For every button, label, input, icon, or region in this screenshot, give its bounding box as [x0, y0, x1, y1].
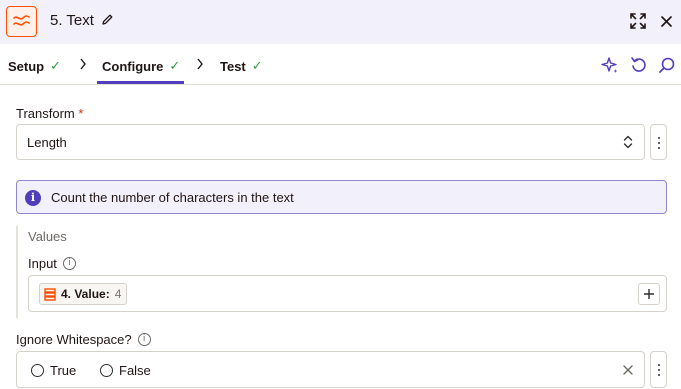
more-dot	[658, 369, 660, 371]
sparkle-icon[interactable]	[601, 56, 619, 74]
info-circle-icon[interactable]: i	[137, 333, 151, 346]
storage-app-icon	[44, 287, 56, 301]
input-field[interactable]: 4. Value: 4	[28, 275, 667, 312]
info-callout: i Count the number of characters in the …	[16, 180, 667, 214]
step-title[interactable]: 5. Text	[50, 12, 94, 29]
close-icon[interactable]	[659, 12, 675, 30]
radio-false[interactable]: False	[100, 363, 151, 378]
check-icon: ✓	[50, 58, 62, 73]
check-icon: ✓	[169, 58, 181, 73]
transform-label: Transform *	[16, 106, 83, 121]
values-title: Values	[28, 229, 67, 244]
tab-label: Test	[220, 58, 246, 74]
ignore-whitespace-label-text: Ignore Whitespace?	[16, 332, 132, 347]
transform-select[interactable]: Length	[16, 124, 645, 160]
clear-icon[interactable]	[622, 363, 634, 377]
input-label-text: Input	[28, 256, 57, 271]
info-icon: i	[25, 190, 41, 206]
transform-select-value: Length	[27, 135, 67, 150]
transform-label-text: Transform	[16, 106, 75, 121]
check-icon: ✓	[251, 58, 263, 73]
info-circle-icon[interactable]: i	[62, 257, 76, 270]
search-icon[interactable]	[658, 56, 676, 74]
required-marker: *	[78, 106, 84, 121]
step-header: 5. Text	[0, 0, 681, 44]
chevron-right-icon	[197, 58, 203, 70]
ignore-whitespace-label: Ignore Whitespace? i	[16, 332, 151, 347]
step-tabs: Setup ✓ Configure ✓ Test ✓	[0, 44, 681, 85]
more-dot	[658, 137, 660, 139]
plus-icon	[644, 289, 654, 299]
formatter-app-icon[interactable]	[6, 6, 37, 37]
undo-icon[interactable]	[630, 56, 648, 74]
more-dot	[658, 142, 660, 144]
active-tab-indicator	[97, 81, 184, 84]
token-value: 4	[114, 287, 122, 301]
insert-data-button[interactable]	[638, 283, 660, 305]
radio-circle[interactable]	[31, 364, 44, 377]
input-token[interactable]: 4. Value: 4	[39, 283, 128, 305]
formatter-icon	[13, 15, 30, 26]
radio-label: False	[119, 363, 151, 378]
ignore-whitespace-field: True False	[16, 351, 645, 388]
radio-true[interactable]: True	[31, 363, 76, 378]
tab-setup[interactable]: Setup ✓	[8, 58, 61, 74]
more-dot	[658, 364, 660, 366]
more-dot	[658, 147, 660, 149]
ignore-whitespace-more-button[interactable]	[650, 351, 667, 388]
chevron-right-icon	[80, 58, 86, 70]
chevron-up-down-icon	[623, 135, 633, 149]
values-group-rule	[16, 226, 18, 318]
radio-circle[interactable]	[100, 364, 113, 377]
radio-label: True	[50, 363, 77, 378]
info-text: Count the number of characters in the te…	[51, 190, 294, 205]
pencil-icon[interactable]	[101, 13, 114, 26]
tab-test[interactable]: Test ✓	[220, 58, 263, 74]
input-label: Input i	[28, 256, 76, 271]
tab-configure[interactable]: Configure ✓	[102, 58, 180, 74]
tab-label: Setup	[8, 58, 45, 74]
more-dot	[658, 374, 660, 376]
expand-icon[interactable]	[629, 12, 647, 30]
tab-label: Configure	[102, 58, 164, 74]
token-key: 4. Value:	[61, 287, 110, 301]
transform-more-button[interactable]	[650, 124, 667, 160]
